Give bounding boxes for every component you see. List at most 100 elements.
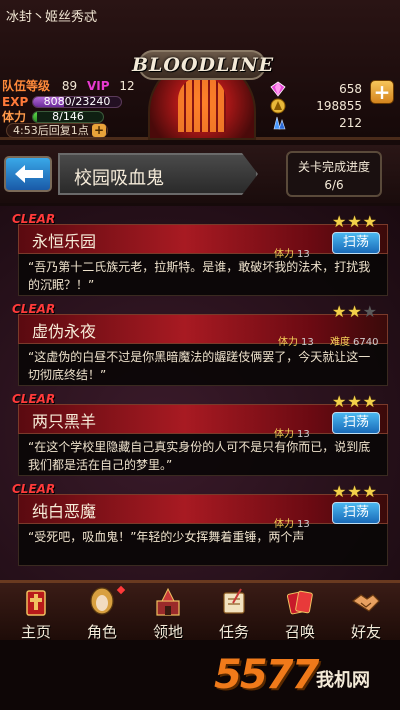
nav-label: 好友 (350, 623, 381, 641)
star-filled-icon: ★ (347, 212, 363, 231)
handshake-icon (351, 594, 380, 612)
castle-icon (156, 587, 180, 616)
nav-notification-badge (116, 585, 126, 595)
star-filled-icon: ★ (362, 212, 378, 231)
crystal-counter: 212 (270, 114, 366, 132)
player-name: 冰封丶姬丝秀忒 (6, 10, 98, 25)
logo-text: BLOODLINE (132, 54, 275, 76)
stage-description: “在这个学校里隐藏自己真实身份的人可不是只有你而已，说到底我们都是活在自己的梦里… (28, 440, 371, 472)
nav-label: 主页 (20, 623, 51, 641)
stage-card[interactable]: CLEAR 两只黑羊 ★★★ 体力 13 扫荡 “在这个学校里隐藏自己真实身份的人… (8, 392, 394, 478)
difficulty-label: 难度 (330, 337, 350, 348)
back-arrow-icon (15, 165, 43, 183)
stage-card[interactable]: CLEAR 纯白恶魔 ★★★ 体力 13 扫荡 “受死吧，吸血鬼！”年轻的少女挥舞… (8, 482, 394, 568)
star-filled-icon: ★ (331, 302, 348, 321)
team-level-value: 89 (61, 79, 78, 93)
recharge-plus-button[interactable]: + (370, 80, 394, 104)
bottom-navigation: 主页 角色 领地 任务 召唤 好友 (0, 580, 400, 641)
stamina-cost-value: 13 (301, 337, 314, 348)
back-button[interactable] (4, 156, 52, 192)
vip-label: VIP (86, 79, 110, 93)
stage-name: 纯白恶魔 (32, 502, 97, 521)
nav-label: 召唤 (284, 623, 315, 641)
stage-description: “这虚伪的白昼不过是你黑暗魔法的龌蹉伎俩罢了，今天就让这一切彻底终结！” (28, 350, 371, 382)
game-logo: BLOODLINE (132, 46, 275, 140)
clear-tag: CLEAR (12, 212, 56, 226)
team-level-label: 队伍等级 (2, 79, 51, 93)
stage-description: “吾乃第十二氏族元老，拉斯特。是谁，敢破坏我的法术，打扰我的沉眠？！” (28, 260, 371, 292)
stage-progress-box: 关卡完成进度 6/6 (286, 151, 382, 197)
star-filled-icon: ★ (331, 212, 348, 231)
star-rating: ★★★ (332, 392, 378, 411)
star-filled-icon: ★ (362, 482, 378, 501)
stage-name: 永恒乐园 (32, 232, 97, 251)
character-icon (90, 587, 114, 615)
stage-list[interactable]: CLEAR 永恒乐园 ★★★ 体力 13 扫荡 “吾乃第十二氏族元老，拉斯特。是谁… (0, 206, 400, 580)
progress-label: 关卡完成进度 (297, 160, 370, 174)
gold-coin-icon (270, 98, 286, 114)
stage-description: “受死吧，吸血鬼！”年轻的少女挥舞着重锤，两个声 (28, 530, 305, 544)
nav-label: 任务 (218, 623, 249, 641)
nav-summon[interactable]: 召唤 (268, 585, 332, 641)
home-icon (26, 590, 46, 616)
clear-tag: CLEAR (12, 392, 56, 406)
clear-tag: CLEAR (12, 302, 56, 316)
nav-label: 角色 (86, 623, 117, 641)
gold-counter: 198855 (270, 97, 366, 115)
nav-friends[interactable]: 好友 (334, 585, 398, 641)
stamina-cost-label: 体力 (278, 337, 298, 348)
sweep-button[interactable]: 扫荡 (332, 412, 380, 434)
difficulty-value: 6740 (353, 337, 379, 348)
stage-title-box: 校园吸血鬼 (58, 153, 258, 195)
stage-card[interactable]: CLEAR 虚伪永夜 ★★★ 体力 13 难度 6740 “这虚伪的白昼不过是你黑暗… (8, 302, 394, 388)
star-filled-icon: ★ (362, 392, 378, 411)
exp-value: 8080/23240 (43, 96, 111, 108)
gem-counter: 658 (270, 80, 366, 98)
star-rating: ★★★ (332, 302, 378, 321)
stage-name: 两只黑羊 (32, 412, 97, 431)
stage-title-bar: 校园吸血鬼 关卡完成进度 6/6 (0, 145, 400, 203)
sweep-button[interactable]: 扫荡 (332, 502, 380, 524)
stamina-bar: 8/146 (32, 111, 104, 123)
star-filled-icon: ★ (347, 392, 363, 411)
stamina-label: 体力 (2, 110, 27, 124)
nav-label: 领地 (152, 623, 183, 641)
exp-row: EXP (2, 94, 28, 110)
gem-value: 658 (339, 82, 362, 96)
sweep-button[interactable]: 扫荡 (332, 232, 380, 254)
star-filled-icon: ★ (331, 392, 348, 411)
exp-label: EXP (2, 95, 29, 109)
stage-card[interactable]: CLEAR 永恒乐园 ★★★ 体力 13 扫荡 “吾乃第十二氏族元老，拉斯特。是谁… (8, 212, 394, 298)
team-level-row: 队伍等级 89 VIP 12 (2, 78, 135, 94)
nav-home[interactable]: 主页 (4, 585, 68, 641)
summon-cards-icon (286, 590, 313, 615)
exp-bar: 8080/23240 (32, 96, 122, 108)
stained-glass-window (178, 76, 226, 132)
star-empty-icon: ★ (362, 302, 378, 321)
stamina-cost: 体力 13 (278, 333, 314, 348)
progress-value: 6/6 (324, 178, 344, 192)
stage-title: 校园吸血鬼 (74, 168, 164, 189)
star-rating: ★★★ (332, 212, 378, 231)
watermark-number: 5577 (214, 652, 319, 698)
star-filled-icon: ★ (331, 482, 348, 501)
stamina-value: 8/146 (52, 111, 84, 123)
quest-scroll-icon (223, 588, 245, 614)
difficulty: 难度 6740 (330, 333, 378, 348)
add-stamina-button[interactable]: + (92, 124, 106, 137)
watermark-footer: 5577 我机网 (0, 640, 400, 710)
star-filled-icon: ★ (347, 482, 363, 501)
clear-tag: CLEAR (12, 482, 56, 496)
star-filled-icon: ★ (347, 302, 363, 321)
gem-icon (270, 81, 286, 97)
stage-name: 虚伪永夜 (32, 322, 97, 341)
crystal-value: 212 (339, 116, 362, 130)
nav-character[interactable]: 角色 (70, 585, 134, 641)
crystal-icon (273, 116, 286, 130)
gold-value: 198855 (316, 99, 362, 113)
star-rating: ★★★ (332, 482, 378, 501)
top-status-bar: 冰封丶姬丝秀忒 队伍等级 89 VIP 12 EXP 8080/23240 体力… (0, 0, 400, 140)
watermark-text: 我机网 (316, 670, 370, 691)
nav-quests[interactable]: 任务 (202, 585, 266, 641)
nav-territory[interactable]: 领地 (136, 585, 200, 641)
